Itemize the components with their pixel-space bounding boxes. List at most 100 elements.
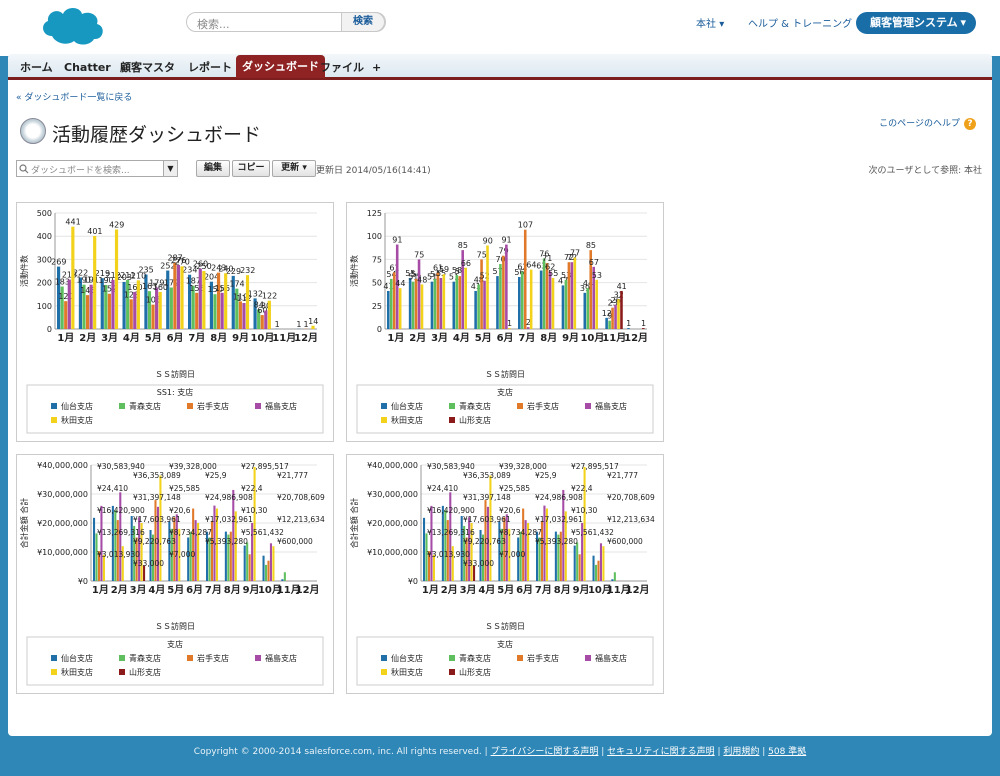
chart-bar xyxy=(620,290,623,329)
add-tab-button[interactable]: + xyxy=(366,57,387,78)
data-label: ¥12,213,634 xyxy=(607,515,655,524)
dashboard-component-1[interactable]: 0 100 200 300 400 500 活動件数 1月 2月 3月 4月 5月 6月 7月 8月 9月 10… xyxy=(16,202,334,442)
back-to-dashboards-link[interactable]: « ダッシュボード一覧に戻る xyxy=(16,90,132,103)
data-label: 156 xyxy=(215,284,230,293)
chart-bar xyxy=(573,545,576,581)
chart-bar xyxy=(85,295,90,329)
data-label: 1 xyxy=(296,320,301,329)
x-tick-label: 6月 xyxy=(516,584,533,596)
data-label: 1 xyxy=(275,320,280,329)
dashboard-search-input[interactable]: ダッシュボードを検索... ▼ xyxy=(16,160,178,177)
legend-swatch xyxy=(449,417,455,423)
legend-label: 仙台支店 xyxy=(391,653,423,663)
legend-label: 青森支店 xyxy=(459,401,491,411)
salesforce-logo[interactable] xyxy=(38,2,110,50)
search-field[interactable]: 検索... 検索 xyxy=(186,12,386,32)
data-label: 232 xyxy=(240,266,255,275)
data-label: ¥9,220,763 xyxy=(463,537,506,546)
x-tick-label: 6月 xyxy=(167,332,184,344)
x-tick-label: 5月 xyxy=(497,584,514,596)
x-tick-label: 11月 xyxy=(602,332,626,344)
chevron-down-icon[interactable]: ▾ xyxy=(302,163,307,173)
x-tick-label: 2月 xyxy=(409,332,426,344)
tab-reports[interactable]: レポート xyxy=(182,57,238,78)
data-label: ¥10,30 xyxy=(241,506,267,515)
legend-label: 福島支店 xyxy=(595,401,627,411)
data-label: ¥5,393,280 xyxy=(535,537,578,546)
x-axis-label: ＳＳ訪問日 xyxy=(485,369,525,379)
chart-bar xyxy=(561,285,565,329)
tab-bar: ホーム Chatter 顧客マスタ レポート ダッシュボード ファイル + xyxy=(8,54,992,80)
data-label: 441 xyxy=(65,218,80,227)
refresh-button[interactable]: 更新 ▾ xyxy=(272,160,316,177)
chart-bar xyxy=(586,288,590,329)
chart-bar xyxy=(613,572,616,581)
data-label: 55 xyxy=(548,269,558,278)
tab-chatter[interactable]: Chatter xyxy=(58,57,117,78)
x-tick-label: 4月 xyxy=(453,332,470,344)
data-label: 122 xyxy=(262,292,277,301)
chart-bar xyxy=(529,269,533,329)
help-training-link[interactable]: ヘルプ & トレーニング xyxy=(748,15,852,30)
app-switcher[interactable]: 顧客管理システム ▾ xyxy=(856,12,976,34)
data-label: 160 xyxy=(127,283,142,292)
chart-bar xyxy=(122,281,126,329)
x-tick-label: 10月 xyxy=(250,332,274,344)
y-tick-label: 75 xyxy=(372,255,382,264)
data-label: ¥13,269,316 xyxy=(97,528,145,537)
chevron-down-icon: ▾ xyxy=(719,19,725,30)
dashboard-component-3[interactable]: ¥0 ¥10,000,000 ¥20,000,000 ¥30,000,000 ¥40,0… xyxy=(16,454,334,694)
chart-bar xyxy=(114,229,119,329)
tab-home[interactable]: ホーム xyxy=(14,57,59,78)
page-help-link[interactable]: このページのヘルプ? xyxy=(879,116,976,130)
data-label: 48 xyxy=(417,275,427,284)
x-tick-label: 8月 xyxy=(554,584,571,596)
chart-bar xyxy=(599,543,602,581)
x-tick-label: 2月 xyxy=(111,584,128,596)
chevron-down-icon[interactable]: ▼ xyxy=(163,161,177,176)
x-tick-label: 1月 xyxy=(422,584,439,596)
data-label: ¥600,000 xyxy=(277,537,313,546)
legend-swatch xyxy=(449,403,455,409)
chart-bar xyxy=(460,516,463,581)
chart-bar xyxy=(64,301,68,329)
y-tick-label: 100 xyxy=(37,302,52,311)
chart-bar xyxy=(130,516,133,581)
copy-button[interactable]: コピー xyxy=(232,160,270,177)
section-508-link[interactable]: 508 準拠 xyxy=(768,747,806,757)
data-label: ¥16,420,900 xyxy=(97,506,145,515)
dashboard-component-2[interactable]: 0 25 50 75 100 125 活動件数 1月 2月 3月 4月 5月 6月 7月 8月 9月 10月 11… xyxy=(346,202,664,442)
org-menu[interactable]: 本社 ▾ xyxy=(696,15,724,30)
y-tick-label: ¥30,000,000 xyxy=(367,490,418,499)
x-tick-label: 5月 xyxy=(475,332,492,344)
tab-customer-master[interactable]: 顧客マスタ xyxy=(114,57,181,78)
tab-files[interactable]: ファイル xyxy=(314,57,370,78)
x-tick-label: 3月 xyxy=(130,584,147,596)
tab-dashboards[interactable]: ダッシュボード xyxy=(236,55,325,78)
y-tick-label: 0 xyxy=(47,325,52,334)
chart-bar xyxy=(93,235,97,329)
chart-bar xyxy=(232,489,235,581)
y-tick-label: ¥10,000,000 xyxy=(367,548,418,557)
chart-activity-count-branch: 0100200300400500活動件数1月 2月 3月 4月 5月 6月 7月 8月 9月 10… xyxy=(19,209,324,434)
search-button[interactable]: 検索 xyxy=(341,12,385,32)
security-link[interactable]: セキュリティに関する声明 xyxy=(607,747,714,757)
terms-link[interactable]: 利用規約 xyxy=(723,747,759,757)
edit-button[interactable]: 編集 xyxy=(196,160,230,177)
legend-label: 岩手支店 xyxy=(527,653,559,663)
chart-bar xyxy=(173,262,177,329)
dashboard-component-4[interactable]: ¥0 ¥10,000,000 ¥20,000,000 ¥30,000,000 ¥40,0… xyxy=(346,454,664,694)
chart-bar xyxy=(617,299,620,329)
chart-bar xyxy=(281,579,284,581)
chart-bar xyxy=(627,328,630,329)
chart-bar xyxy=(414,278,418,329)
legend-swatch xyxy=(517,403,523,409)
data-label: ¥25,585 xyxy=(169,484,200,493)
x-tick-label: 12月 xyxy=(624,332,648,344)
data-label: ¥10,30 xyxy=(571,506,597,515)
chart-bar xyxy=(436,272,440,329)
chart-bar xyxy=(442,274,446,329)
privacy-link[interactable]: プライバシーに関する声明 xyxy=(491,747,599,757)
chart-bar xyxy=(151,304,155,329)
chevron-down-icon: ▾ xyxy=(960,16,966,29)
